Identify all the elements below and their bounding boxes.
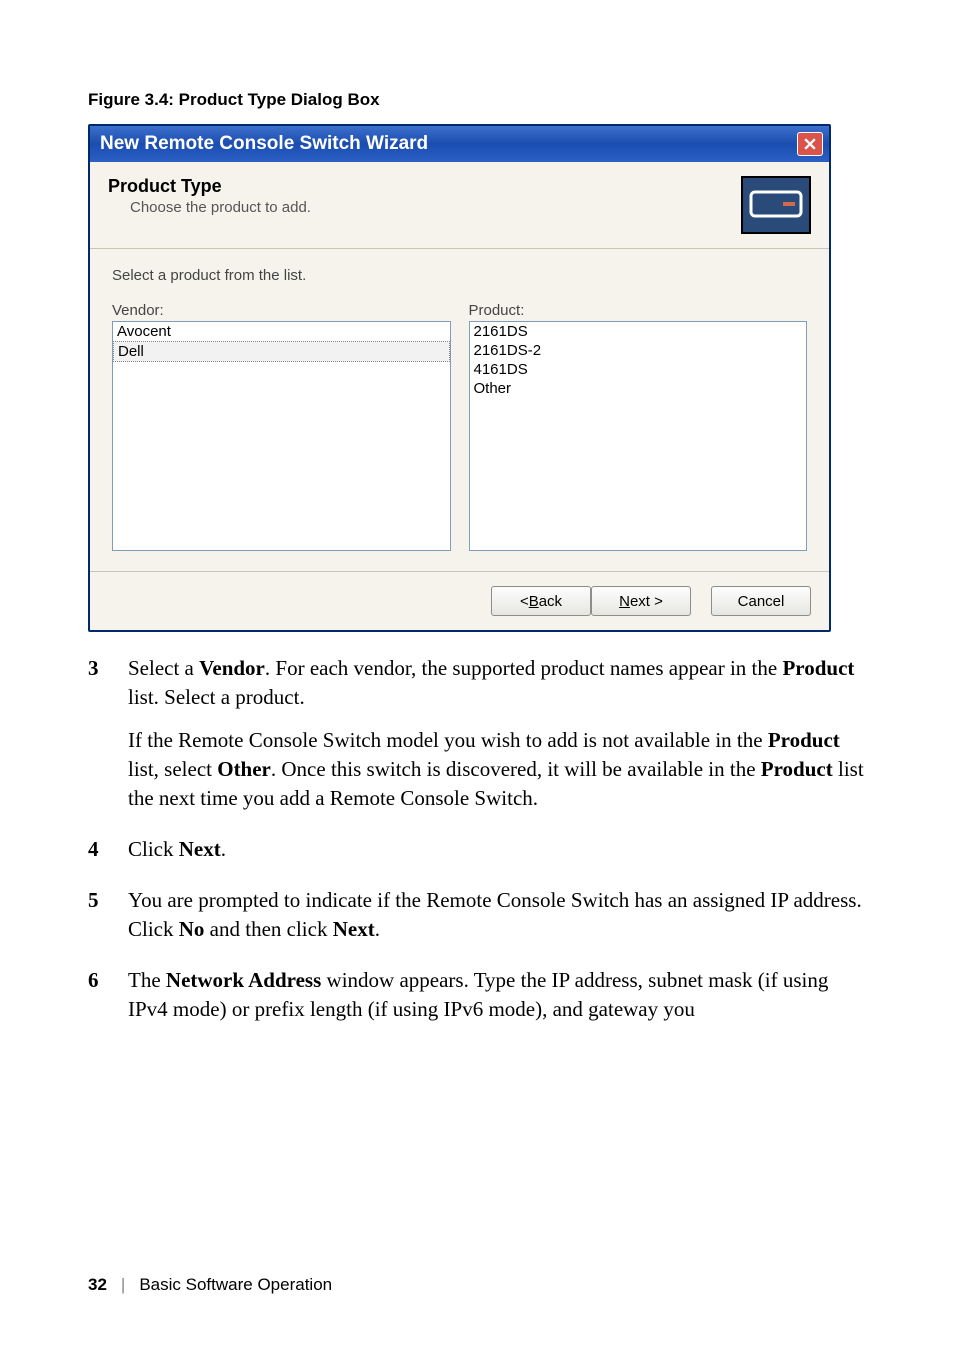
page-number: 32	[88, 1275, 107, 1295]
header-subtitle: Choose the product to add.	[130, 199, 311, 216]
back-prefix: <	[520, 593, 529, 610]
server-icon	[741, 176, 811, 234]
list-item[interactable]: 2161DS	[470, 322, 807, 341]
footer-section: Basic Software Operation	[139, 1275, 332, 1295]
page-footer: 32 | Basic Software Operation	[88, 1275, 332, 1295]
dialog-header: Product Type Choose the product to add.	[90, 162, 829, 242]
list-item[interactable]: Avocent	[113, 322, 450, 341]
step-number: 6	[88, 966, 128, 1024]
list-item[interactable]: Other	[470, 379, 807, 398]
step: 4Click Next.	[88, 835, 866, 864]
step-text: You are prompted to indicate if the Remo…	[128, 886, 866, 944]
product-label: Product:	[469, 302, 808, 319]
vendor-label: Vendor:	[112, 302, 451, 319]
step-text: Click Next.	[128, 835, 866, 864]
dialog-window: New Remote Console Switch Wizard Product…	[88, 124, 831, 632]
button-bar: < Back Next > Cancel	[90, 571, 829, 630]
figure-caption: Figure 3.4: Product Type Dialog Box	[88, 90, 866, 110]
dialog-body: Product Type Choose the product to add. …	[90, 162, 829, 630]
list-item[interactable]: 4161DS	[470, 360, 807, 379]
step-text: Select a Vendor. For each vendor, the su…	[128, 654, 866, 813]
step: 6The Network Address window appears. Typ…	[88, 966, 866, 1024]
dialog-title: New Remote Console Switch Wizard	[100, 133, 797, 155]
step-number: 3	[88, 654, 128, 813]
next-underline: N	[619, 593, 630, 610]
step: 5You are prompted to indicate if the Rem…	[88, 886, 866, 944]
step-number: 4	[88, 835, 128, 864]
step-number: 5	[88, 886, 128, 944]
header-title: Product Type	[108, 176, 311, 197]
next-button[interactable]: Next >	[591, 586, 691, 616]
list-item[interactable]: 2161DS-2	[470, 341, 807, 360]
back-button[interactable]: < Back	[491, 586, 591, 616]
back-suffix: ack	[539, 593, 562, 610]
vendor-listbox[interactable]: AvocentDell	[112, 321, 451, 551]
list-item[interactable]: Dell	[113, 341, 450, 362]
product-listbox[interactable]: 2161DS2161DS-24161DSOther	[469, 321, 808, 551]
step-list: 3Select a Vendor. For each vendor, the s…	[88, 654, 866, 1024]
step: 3Select a Vendor. For each vendor, the s…	[88, 654, 866, 813]
cancel-button[interactable]: Cancel	[711, 586, 811, 616]
next-suffix: ext >	[630, 593, 663, 610]
close-icon[interactable]	[797, 132, 823, 156]
title-bar: New Remote Console Switch Wizard	[90, 126, 829, 162]
instruction-text: Select a product from the list.	[112, 267, 807, 284]
step-text: The Network Address window appears. Type…	[128, 966, 866, 1024]
footer-separator: |	[121, 1275, 125, 1295]
back-underline: B	[529, 593, 539, 610]
